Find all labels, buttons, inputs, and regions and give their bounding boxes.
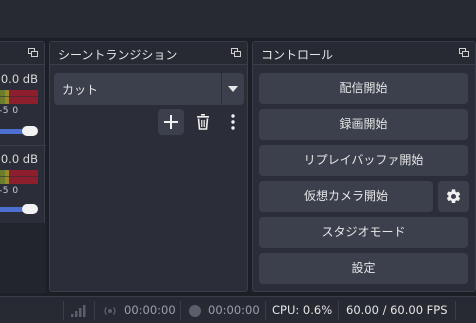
start-virtual-camera-button[interactable]: 仮想カメラ開始 bbox=[259, 181, 433, 212]
channel-1-meter bbox=[0, 90, 38, 104]
fps-display: 60.00 / 60.00 FPS bbox=[346, 303, 448, 317]
audio-mixer-dock: 0.0 dB -5 0 0.0 dB -5 0 bbox=[0, 41, 46, 293]
undock-icon[interactable] bbox=[28, 48, 38, 57]
channel-2-meter bbox=[0, 170, 38, 184]
controls-dock: コントロール 配信開始 録画開始 リプレイバッファ開始 仮想カメラ開始 スタジオ… bbox=[252, 41, 476, 292]
live-broadcast-icon bbox=[104, 307, 116, 315]
scene-transitions-dock: シーントランジション カット bbox=[49, 41, 248, 292]
more-vertical-icon bbox=[231, 114, 235, 130]
channel-1-ticks: -5 0 bbox=[0, 106, 19, 116]
channel-2-volume-handle[interactable] bbox=[22, 204, 38, 214]
cpu-usage: CPU: 0.6% bbox=[272, 303, 333, 317]
transition-properties-button[interactable] bbox=[220, 109, 246, 135]
status-bar: 00:00:00 00:00:00 CPU: 0.6% 60.00 / 60.0… bbox=[0, 296, 476, 323]
plus-icon bbox=[164, 115, 178, 129]
start-recording-button[interactable]: 録画開始 bbox=[259, 109, 468, 140]
channel-2-ticks: -5 0 bbox=[0, 186, 19, 196]
trash-icon bbox=[197, 114, 209, 130]
chevron-down-icon bbox=[228, 86, 238, 92]
gear-icon bbox=[446, 189, 461, 204]
network-signal-icon bbox=[71, 305, 86, 317]
controls-title: コントロール bbox=[261, 48, 334, 62]
status-separator bbox=[265, 301, 266, 320]
controls-header: コントロール bbox=[253, 42, 475, 65]
status-separator bbox=[63, 301, 64, 320]
channel-2-level: 0.0 dB bbox=[0, 152, 38, 166]
transition-select-value: カット bbox=[62, 83, 99, 97]
remove-transition-button[interactable] bbox=[190, 109, 216, 135]
transitions-header: シーントランジション bbox=[50, 42, 247, 65]
status-separator bbox=[338, 301, 339, 320]
mixer-empty-area bbox=[0, 223, 46, 293]
record-icon bbox=[189, 305, 201, 317]
undock-icon[interactable] bbox=[231, 48, 241, 57]
transitions-title: シーントランジション bbox=[58, 48, 178, 62]
add-transition-button[interactable] bbox=[158, 109, 184, 135]
studio-mode-button[interactable]: スタジオモード bbox=[259, 217, 468, 248]
status-separator bbox=[180, 301, 181, 320]
live-timer: 00:00:00 bbox=[124, 303, 176, 317]
recording-timer: 00:00:00 bbox=[208, 303, 260, 317]
settings-button[interactable]: 設定 bbox=[259, 253, 468, 284]
top-area bbox=[0, 0, 476, 38]
start-streaming-button[interactable]: 配信開始 bbox=[259, 73, 468, 104]
status-separator bbox=[455, 301, 456, 320]
undock-icon[interactable] bbox=[459, 48, 469, 57]
channel-1-level: 0.0 dB bbox=[0, 72, 38, 86]
start-replay-buffer-button[interactable]: リプレイバッファ開始 bbox=[259, 145, 468, 176]
select-divider bbox=[221, 73, 222, 105]
channel-separator bbox=[0, 145, 46, 146]
status-separator bbox=[94, 301, 95, 320]
virtual-camera-settings-button[interactable] bbox=[438, 181, 469, 212]
channel-1-volume-handle[interactable] bbox=[22, 126, 38, 136]
transition-select[interactable]: カット bbox=[54, 73, 244, 105]
mixer-header bbox=[0, 42, 44, 65]
